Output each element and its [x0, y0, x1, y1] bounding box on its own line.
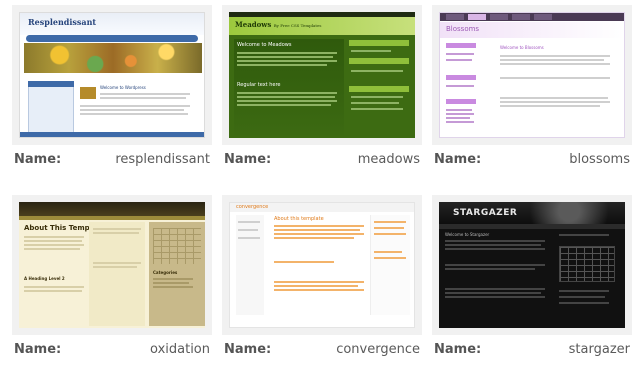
- template-card-oxidation[interactable]: About This Template A Heading Level 2 Ca…: [12, 195, 212, 357]
- thumb-post-title: Welcome to Blossoms: [500, 45, 544, 50]
- template-name: oxidation: [150, 342, 210, 357]
- name-label: Name:: [14, 342, 62, 357]
- template-thumbnail[interactable]: Blossoms Welcome to Blossoms: [439, 12, 625, 138]
- thumb-subheading: Categories: [153, 270, 178, 275]
- template-card-convergence[interactable]: convergence About this template Name: co…: [222, 195, 422, 357]
- template-card-resplendissant[interactable]: Resplendissant Welcome to Wordpress Name…: [12, 5, 212, 167]
- thumb-sidebox: [349, 86, 409, 92]
- name-label: Name:: [434, 342, 482, 357]
- name-label: Name:: [224, 152, 272, 167]
- thumbnail-frame: Meadows By Free CSS Templates Welcome to…: [222, 5, 422, 145]
- thumb-sidebox: [349, 40, 409, 46]
- template-caption: Name: blossoms: [432, 151, 632, 169]
- template-thumbnail[interactable]: About This Template A Heading Level 2 Ca…: [19, 202, 205, 328]
- template-name: meadows: [357, 152, 420, 167]
- thumb-nav: [439, 224, 625, 229]
- thumb-content-column: [89, 222, 145, 326]
- template-card-stargazer[interactable]: STARGAZER Welcome to Stargazer Name: sta…: [432, 195, 632, 357]
- thumb-title: Blossoms: [446, 25, 480, 33]
- thumb-banner-image: [24, 43, 202, 73]
- thumb-sidebox: [349, 58, 409, 64]
- thumb-post-title: Welcome to Stargazer: [445, 232, 490, 237]
- template-card-meadows[interactable]: Meadows By Free CSS Templates Welcome to…: [222, 5, 422, 167]
- thumb-sidebar-header: [28, 81, 74, 87]
- thumbnail-frame: Blossoms Welcome to Blossoms: [432, 5, 632, 145]
- thumb-title: Meadows By Free CSS Templates: [235, 20, 321, 29]
- thumb-logo: STARGAZER: [453, 208, 518, 218]
- thumbnail-frame: Resplendissant Welcome to Wordpress: [12, 5, 212, 145]
- thumb-post-title: Welcome to Wordpress: [100, 85, 146, 90]
- thumb-title: Resplendissant: [28, 17, 97, 27]
- thumb-nav: [26, 35, 198, 42]
- thumbnail-frame: STARGAZER Welcome to Stargazer: [432, 195, 632, 335]
- template-caption: Name: meadows: [222, 151, 422, 169]
- thumb-subtitle: By Free CSS Templates: [273, 23, 322, 28]
- thumb-logo: convergence: [236, 204, 269, 210]
- thumb-post-title: About this template: [274, 216, 324, 222]
- thumb-post-title: Welcome to Meadows: [237, 42, 292, 48]
- thumb-header: [19, 202, 205, 216]
- template-thumbnail[interactable]: STARGAZER Welcome to Stargazer: [439, 202, 625, 328]
- name-label: Name:: [14, 152, 62, 167]
- template-name: resplendissant: [115, 152, 210, 167]
- thumb-calendar: [153, 228, 201, 264]
- template-name: blossoms: [569, 152, 630, 167]
- template-card-blossoms[interactable]: Blossoms Welcome to Blossoms Name: bloss…: [432, 5, 632, 167]
- thumb-post-image: [80, 87, 96, 99]
- thumb-title-text: Meadows: [235, 20, 272, 29]
- template-name: stargazer: [568, 342, 630, 357]
- thumb-sidebar-header: [446, 99, 476, 104]
- thumbnail-frame: About This Template A Heading Level 2 Ca…: [12, 195, 212, 335]
- thumb-right-column: [370, 215, 410, 315]
- thumb-sidebar-header: [446, 75, 476, 80]
- template-caption: Name: oxidation: [12, 341, 212, 359]
- name-label: Name:: [224, 342, 272, 357]
- thumb-sidebar: [28, 81, 74, 137]
- name-label: Name:: [434, 152, 482, 167]
- template-thumbnail[interactable]: Resplendissant Welcome to Wordpress: [19, 12, 205, 138]
- template-thumbnail[interactable]: Meadows By Free CSS Templates Welcome to…: [229, 12, 415, 138]
- thumb-subheading: A Heading Level 2: [24, 276, 65, 281]
- thumbnail-frame: convergence About this template: [222, 195, 422, 335]
- thumb-footer: [20, 132, 204, 137]
- thumb-calendar: [559, 246, 615, 282]
- thumb-sidebar-header: [446, 43, 476, 48]
- template-thumbnail[interactable]: convergence About this template: [229, 202, 415, 328]
- thumb-post-title-2: Regular text here: [237, 82, 281, 88]
- template-caption: Name: resplendissant: [12, 151, 212, 169]
- template-caption: Name: convergence: [222, 341, 422, 359]
- thumb-nav: [19, 216, 205, 220]
- template-name: convergence: [336, 342, 420, 357]
- template-caption: Name: stargazer: [432, 341, 632, 359]
